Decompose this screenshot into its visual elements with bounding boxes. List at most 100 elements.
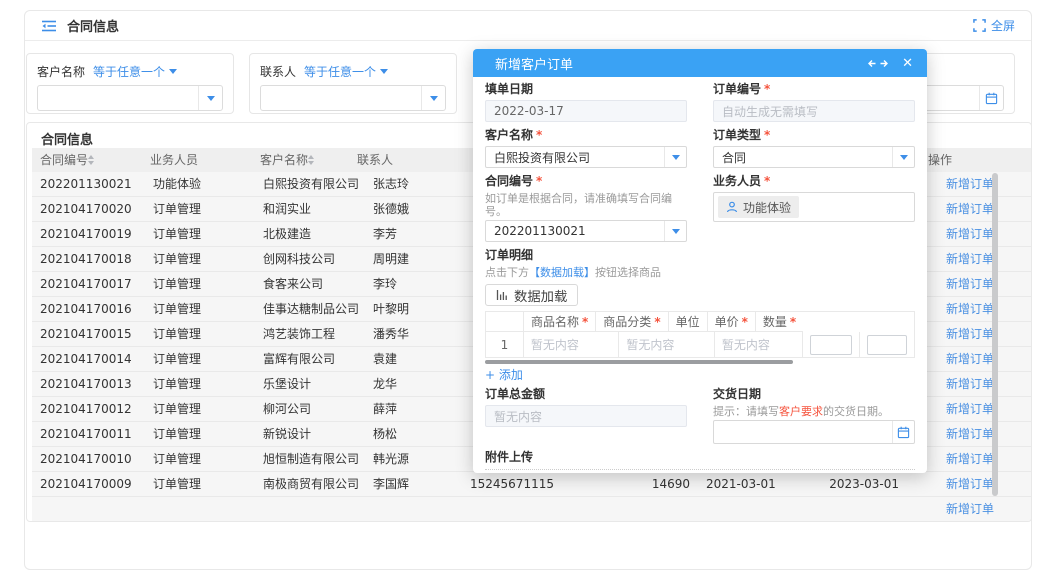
cell-customer: 食客来公司 — [255, 272, 365, 296]
cell-contract-no: 202104170015 — [32, 322, 145, 346]
add-order-link[interactable]: 新增订单 — [946, 497, 994, 521]
cell-contact — [365, 497, 462, 521]
items-header-row: 商品名称 * 商品分类 * 单位 * — [486, 312, 914, 332]
cell-salesperson: 订单管理 — [145, 422, 255, 446]
add-order-link[interactable]: 新增订单 — [946, 422, 994, 446]
resize-icon[interactable] — [868, 58, 888, 69]
delivery-date-field[interactable] — [713, 420, 915, 444]
items-data-row: 1 暂无内容 暂无内容 暂无内容 — [486, 332, 914, 358]
cell-customer — [255, 497, 365, 521]
vertical-scrollbar[interactable] — [992, 173, 998, 496]
delivery-date-input[interactable] — [714, 425, 892, 439]
add-order-link[interactable]: 新增订单 — [946, 447, 994, 471]
cell-contract-no: 202104170014 — [32, 347, 145, 371]
calendar-icon — [897, 426, 910, 439]
quantity-input[interactable] — [867, 335, 907, 355]
add-order-link[interactable]: 新增订单 — [946, 297, 994, 321]
filter-customer-label: 客户名称 — [37, 63, 85, 80]
add-order-link[interactable]: 新增订单 — [946, 322, 994, 346]
unit-price-input[interactable] — [810, 335, 853, 355]
cell-salesperson: 订单管理 — [145, 247, 255, 271]
items-index-header — [486, 312, 524, 332]
cell-customer: 新锐设计 — [255, 422, 365, 446]
filter-customer-input[interactable] — [38, 86, 198, 110]
contract-no-label: 合同编号* — [485, 174, 687, 189]
divider — [485, 469, 915, 470]
data-load-button[interactable]: 数据加载 — [485, 284, 578, 306]
add-order-link[interactable]: 新增订单 — [946, 372, 994, 396]
add-order-link[interactable]: 新增订单 — [946, 172, 994, 196]
page-title: 合同信息 — [67, 16, 119, 35]
cell-end-date: 2023-03-01 — [792, 472, 907, 496]
cell-start-date: 2021-03-01 — [698, 472, 792, 496]
modal-body: 填单日期 2022-03-17 订单编号* 自动生成无需填写 客户名称* 白熙投… — [473, 77, 927, 473]
cell-contract-no: 202104170013 — [32, 372, 145, 396]
close-icon[interactable]: ✕ — [902, 56, 913, 71]
delivery-calendar-button[interactable] — [892, 421, 914, 443]
table-row: 202104170009 订单管理 南极商贸有限公司 李国辉 152456711… — [32, 472, 1032, 497]
items-header-cell: 数量 * — [756, 312, 803, 332]
product-name-cell: 暂无内容 — [524, 332, 620, 358]
sort-icon[interactable] — [88, 155, 94, 165]
calendar-icon — [985, 92, 998, 105]
fullscreen-icon — [973, 19, 986, 32]
add-order-link[interactable]: 新增订单 — [946, 247, 994, 271]
cell-contract-no — [32, 497, 145, 521]
cell-amount — [567, 497, 698, 521]
total-amount-label: 订单总金额 — [485, 387, 687, 402]
detail-hint: 点击下方【数据加载】按钮选择商品 — [485, 266, 915, 279]
add-item-link[interactable]: + 添加 — [485, 368, 523, 383]
table-row: 新增订单 — [32, 497, 1032, 522]
cell-end-date — [792, 497, 907, 521]
items-header-cell: 单价 * — [708, 312, 756, 332]
cell-contact: 叶黎明 — [365, 297, 462, 321]
app-window: 合同信息 全屏 客户名称 等于任意一个 联系人 — [24, 10, 1032, 570]
salesperson-field[interactable]: 功能体验 — [713, 192, 915, 222]
add-order-link[interactable]: 新增订单 — [946, 472, 994, 496]
product-category-cell: 暂无内容 — [619, 332, 715, 358]
cell-start-date — [698, 497, 792, 521]
filter-customer-select[interactable] — [37, 85, 223, 111]
chevron-down-icon — [672, 155, 680, 160]
calendar-button[interactable] — [979, 86, 1003, 110]
filter-contact-label: 联系人 — [260, 63, 296, 80]
attachment-label: 附件上传 — [485, 450, 915, 465]
cell-contact: 潘秀华 — [365, 322, 462, 346]
add-order-link[interactable]: 新增订单 — [946, 222, 994, 246]
items-header-cell: 商品名称 * — [524, 312, 596, 332]
order-type-select[interactable]: 合同 — [713, 146, 915, 168]
cell-contact: 龙华 — [365, 372, 462, 396]
filter-panel-customer: 客户名称 等于任意一个 — [26, 53, 234, 114]
cell-salesperson: 订单管理 — [145, 347, 255, 371]
add-order-link[interactable]: 新增订单 — [946, 272, 994, 296]
cell-contract-no: 202104170016 — [32, 297, 145, 321]
cell-salesperson: 订单管理 — [145, 472, 255, 496]
cell-customer: 北极建造 — [255, 222, 365, 246]
add-order-link[interactable]: 新增订单 — [946, 397, 994, 421]
cell-contact: 张志玲 — [365, 172, 462, 196]
cell-salesperson: 订单管理 — [145, 222, 255, 246]
add-order-link[interactable]: 新增订单 — [946, 197, 994, 221]
order-type-label: 订单类型* — [713, 128, 915, 143]
cell-contact: 薛萍 — [365, 397, 462, 421]
filter-contact-select[interactable] — [260, 85, 446, 111]
add-order-link[interactable]: 新增订单 — [946, 347, 994, 371]
cell-salesperson — [145, 497, 255, 521]
cell-contract-no: 202104170020 — [32, 197, 145, 221]
contract-no-select[interactable]: 202201130021 — [485, 220, 687, 242]
menu-collapse-icon[interactable] — [41, 19, 57, 33]
cell-contract-no: 202104170010 — [32, 447, 145, 471]
items-header-cell: 商品分类 * — [596, 312, 668, 332]
cell-contract-no: 202104170012 — [32, 397, 145, 421]
cell-salesperson: 订单管理 — [145, 322, 255, 346]
cell-contact: 韩光源 — [365, 447, 462, 471]
filter-contact-operator[interactable]: 等于任意一个 — [304, 63, 388, 80]
filter-contact-input[interactable] — [261, 86, 421, 110]
person-icon — [726, 201, 738, 213]
customer-select[interactable]: 白熙投资有限公司 — [485, 146, 687, 168]
fullscreen-button[interactable]: 全屏 — [973, 17, 1015, 34]
horizontal-scrollbar[interactable] — [485, 360, 793, 364]
cell-customer: 柳河公司 — [255, 397, 365, 421]
sort-icon[interactable] — [308, 155, 314, 165]
filter-customer-operator[interactable]: 等于任意一个 — [93, 63, 177, 80]
